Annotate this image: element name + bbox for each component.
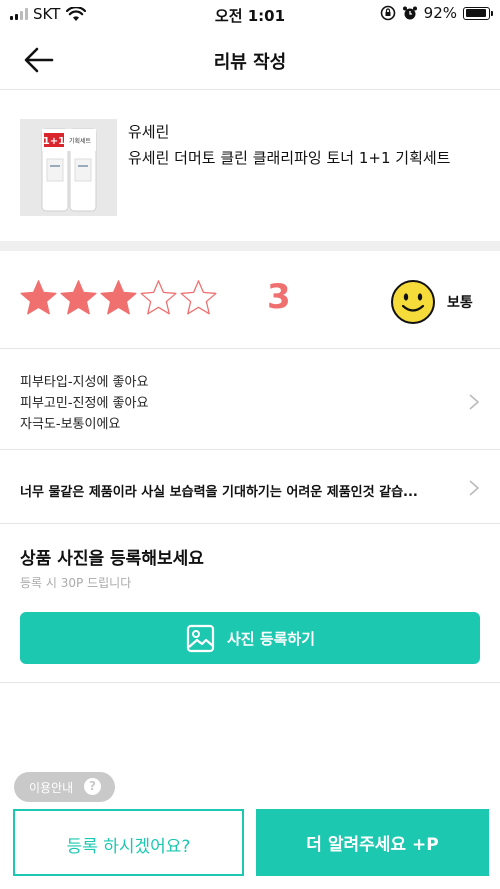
tag-irritation: 자극도-보통이에요 bbox=[20, 417, 121, 432]
battery-fill bbox=[465, 9, 486, 17]
review-tags[interactable]: 피부타입-지성에 좋아요 피부고민-진정에 좋아요 자극도-보통이에요 bbox=[0, 350, 500, 450]
register-button[interactable]: 등록 하시겠어요? bbox=[13, 809, 244, 876]
smiley-face-icon bbox=[391, 280, 435, 324]
image-icon bbox=[186, 624, 215, 653]
product-bottles-image: 1+1 기획세트 bbox=[20, 119, 117, 216]
star-icon[interactable] bbox=[60, 279, 97, 316]
star-icon[interactable] bbox=[180, 279, 217, 316]
star-rating[interactable] bbox=[20, 279, 217, 316]
rating-value: 3 bbox=[267, 277, 291, 317]
photo-upload-button[interactable]: 사진 등록하기 bbox=[20, 612, 480, 664]
review-text: 너무 물같은 제품이라 사실 보습력을 기대하기는 어려운 제품인것 같습... bbox=[20, 485, 418, 500]
usage-info-button[interactable]: 이용안내 ? bbox=[14, 772, 115, 802]
usage-info-label: 이용안내 bbox=[29, 781, 74, 795]
battery-percent: 92% bbox=[423, 4, 457, 22]
status-bar: SKT 오전 1:01 92% bbox=[0, 0, 500, 30]
tell-more-label: 더 알려주세요 +P bbox=[306, 835, 439, 855]
mood-label: 보통 bbox=[447, 295, 473, 311]
battery-icon bbox=[463, 6, 493, 20]
tag-skin-type: 피부타입-지성에 좋아요 bbox=[20, 375, 149, 390]
register-label: 등록 하시겠어요? bbox=[66, 837, 191, 857]
alarm-icon bbox=[402, 6, 417, 20]
product-badge-text: 기획세트 bbox=[69, 137, 92, 145]
tag-skin-concern: 피부고민-진정에 좋아요 bbox=[20, 396, 149, 411]
product-info: 1+1 기획세트 유세린 유세린 더머토 클린 클래리파잉 토너 1+1 기획세… bbox=[0, 91, 500, 241]
photo-section: 상품 사진을 등록해보세요 등록 시 30P 드립니다 사진 등록하기 bbox=[0, 525, 500, 683]
product-badge: 1+1 bbox=[43, 136, 65, 147]
product-name: 유세린 더머토 클린 클래리파잉 토너 1+1 기획세트 bbox=[128, 149, 451, 167]
product-image: 1+1 기획세트 bbox=[20, 119, 117, 216]
review-text-row[interactable]: 너무 물같은 제품이라 사실 보습력을 기대하기는 어려운 제품인것 같습... bbox=[0, 451, 500, 524]
photo-upload-label: 사진 등록하기 bbox=[227, 630, 316, 648]
section-divider bbox=[0, 241, 500, 251]
star-icon[interactable] bbox=[140, 279, 177, 316]
page-title: 리뷰 작성 bbox=[213, 52, 287, 73]
chevron-right-icon bbox=[469, 480, 480, 496]
photo-title: 상품 사진을 등록해보세요 bbox=[20, 549, 204, 569]
chevron-right-icon bbox=[469, 394, 480, 410]
photo-subtitle: 등록 시 30P 드립니다 bbox=[20, 576, 132, 590]
header: 리뷰 작성 bbox=[0, 30, 500, 90]
star-icon[interactable] bbox=[100, 279, 137, 316]
tell-more-button[interactable]: 더 알려주세요 +P bbox=[256, 809, 489, 876]
star-icon[interactable] bbox=[20, 279, 57, 316]
status-right: 92% bbox=[380, 4, 493, 22]
product-brand: 유세린 bbox=[128, 123, 170, 141]
rating-section: 3 보통 bbox=[0, 251, 500, 349]
orientation-lock-icon bbox=[380, 5, 395, 21]
question-icon: ? bbox=[84, 778, 101, 795]
